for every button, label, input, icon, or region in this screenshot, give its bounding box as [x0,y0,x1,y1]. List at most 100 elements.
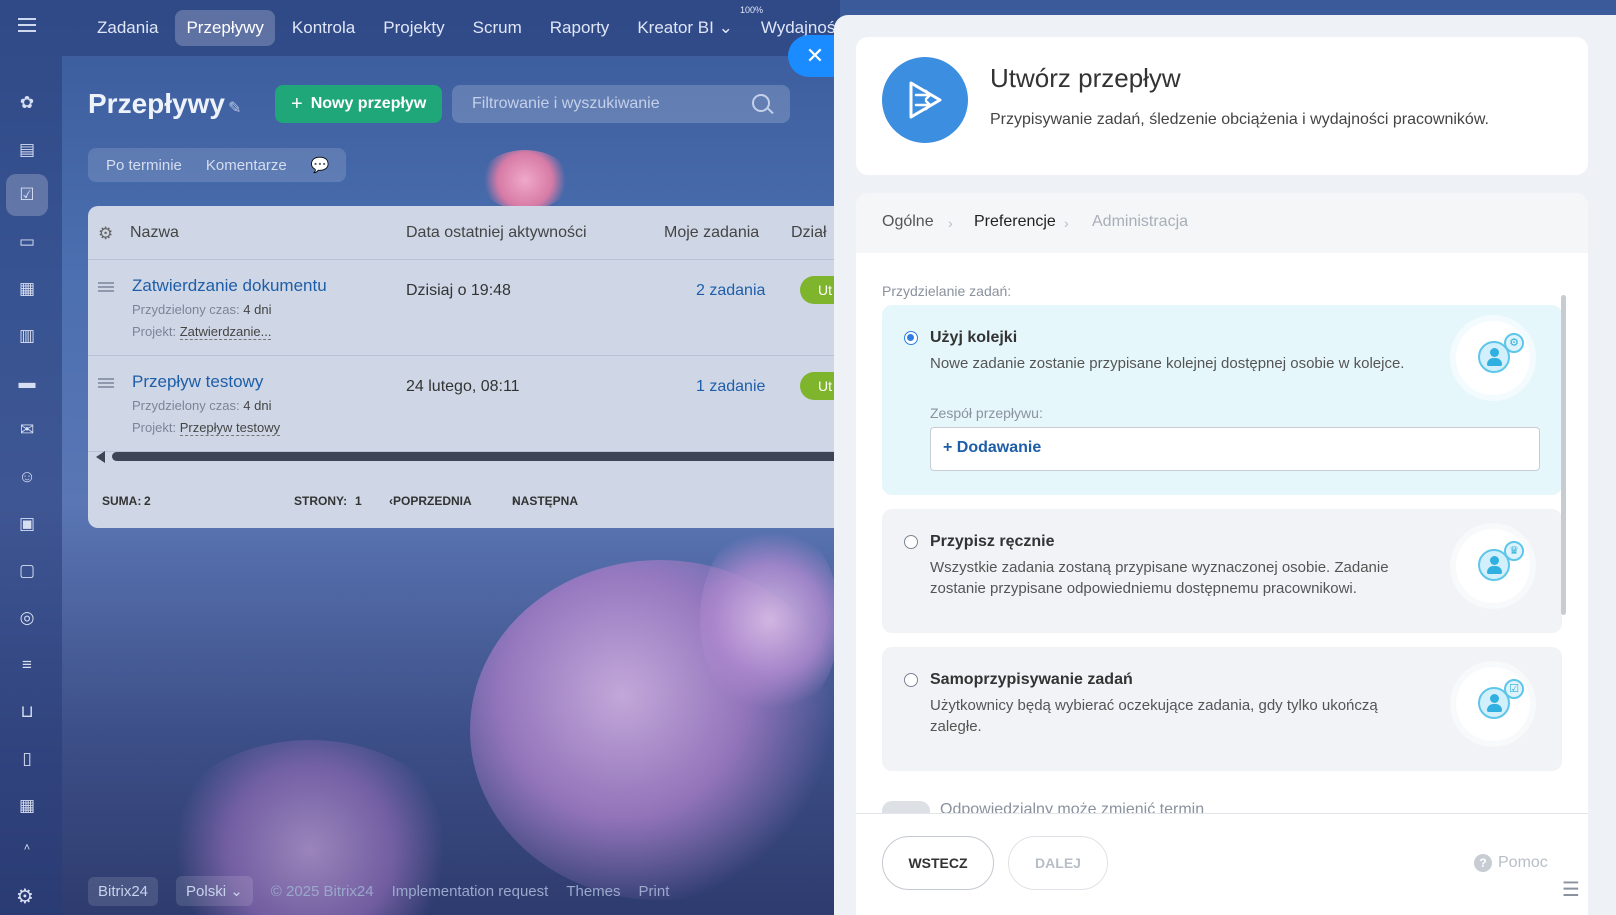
close-icon: ✕ [805,43,825,68]
brand-chip[interactable]: Bitrix24 [88,876,159,906]
project-link[interactable]: Przepływ testowy [179,420,281,436]
new-flow-label: Nowy przepływ [310,95,427,112]
radio-self-assign[interactable] [904,673,918,687]
mail-icon[interactable]: ✉ [15,418,39,442]
nav-items: Zadania Przepływy Kontrola Projekty Scru… [86,10,855,46]
language-select[interactable]: Polski ⌄ [176,876,253,906]
row-my-tasks-link[interactable]: 2 zadania [696,282,765,300]
themes-link[interactable]: Themes [566,883,620,900]
row-my-tasks-link[interactable]: 1 zadanie [696,378,765,396]
feed-icon[interactable]: ✿ [15,91,39,115]
employees-icon[interactable]: ☺ [15,465,39,489]
settings-gear-icon[interactable]: ⚙ [16,884,34,909]
flow-name-link[interactable]: Zatwierdzanie dokumentu [132,276,327,296]
sum-value: 2 [144,494,151,508]
filter-comments[interactable]: Komentarze [206,157,287,174]
column-department[interactable]: Dział [791,224,827,242]
step-administration[interactable]: Administracja [1092,213,1188,231]
checkbox-badge-icon: ☑ [1504,679,1524,699]
team-add-field[interactable]: + Dodawanie [930,427,1540,471]
comments-icon[interactable]: 💬 [311,156,330,174]
self-assign-illustration-icon: ☑ [1456,667,1530,741]
page-title: Przepływy [88,88,225,119]
next-page-button[interactable]: NASTĘPNA › [512,494,578,508]
deadline-toggle[interactable] [882,801,930,813]
queue-illustration-icon: ⚙ [1456,321,1530,395]
implementation-request-link[interactable]: Implementation request [392,883,549,900]
next-button[interactable]: DALEJ [1008,836,1108,890]
contact-center-icon[interactable]: ▢ [15,559,39,583]
nav-item-kreator-bi[interactable]: Kreator BI ⌄ [626,10,744,46]
horizontal-scrollbar[interactable] [96,451,848,463]
nav-item-scrum[interactable]: Scrum [462,10,533,46]
drive-icon[interactable]: ▥ [15,324,39,348]
drag-handle-icon[interactable] [98,282,114,292]
automation-icon[interactable]: ≡ [15,653,39,677]
drag-handle-icon[interactable] [98,378,114,388]
chevron-right-icon: › [1064,215,1069,231]
step-preferences[interactable]: Preferencje [974,213,1056,231]
close-panel-button[interactable]: ✕ [788,35,834,77]
flow-name-link[interactable]: Przepływ testowy [132,372,263,392]
print-link[interactable]: Print [639,883,670,900]
option-manual[interactable]: Przypisz ręcznie Wszystkie zadania zosta… [882,509,1562,633]
pin-icon[interactable]: ✎ [228,98,241,118]
column-last-activity[interactable]: Data ostatniej aktywności [406,224,587,242]
panel-scrollbar[interactable] [1561,295,1566,615]
table-settings-icon[interactable]: ⚙ [98,224,113,244]
prev-page-button[interactable]: ‹ POPRZEDNIA [389,494,472,508]
cart-icon[interactable]: ⊔ [15,700,39,724]
nav-item-kontrola[interactable]: Kontrola [281,10,366,46]
schedule-icon[interactable]: ▦ [15,794,39,818]
menu-icon[interactable] [18,18,36,32]
documents-icon[interactable]: ▤ [15,138,39,162]
pages-label: STRONY: [294,494,348,508]
radio-queue[interactable] [904,331,918,345]
help-icon: ? [1474,854,1492,872]
inventory-icon[interactable]: ▯ [15,747,39,771]
step-general[interactable]: Ogólne [882,213,934,231]
nav-item-projekty[interactable]: Projekty [372,10,455,46]
tasks-icon[interactable]: ☑ [6,174,48,216]
option-queue[interactable]: Użyj kolejki Nowe zadanie zostanie przyp… [882,305,1562,495]
new-flow-button[interactable]: + Nowy przepływ [275,85,443,123]
project-link[interactable]: Zatwierdzanie... [179,324,272,340]
row-last-activity: Dzisiaj o 19:48 [406,282,511,299]
nav-item-przeplywy[interactable]: Przepływy [175,10,275,46]
chat-icon[interactable]: ▭ [15,230,39,254]
panel-subtitle: Przypisywanie zadań, śledzenie obciążeni… [990,111,1489,128]
search-input[interactable] [452,85,790,123]
marketing-icon[interactable]: ◎ [15,606,39,630]
filter-by-deadline[interactable]: Po terminie [106,157,182,174]
more-icon[interactable]: ˄ [15,836,39,860]
workgroups-icon[interactable]: ▣ [15,512,39,536]
assignment-label: Przydzielanie zadań: [882,283,1012,299]
option-self-assign[interactable]: Samoprzypisywanie zadań Użytkownicy będą… [882,647,1562,771]
table-row: Przepływ testowy Przydzielony czas: 4 dn… [88,356,848,452]
calendar-icon[interactable]: ▦ [15,277,39,301]
crm-icon[interactable]: ▬ [15,371,39,395]
flow-icon [882,57,968,143]
row-assigned-time: Przydzielony czas: 4 dni [132,302,272,317]
wizard-steps: Ogólne › Preferencje › Administracja [856,193,1588,253]
list-menu-icon[interactable]: ☰ [1562,877,1588,901]
filter-pills: Po terminie Komentarze 💬 [88,148,346,182]
back-button[interactable]: WSTECZ [882,836,994,890]
help-link[interactable]: ? Pomoc [1474,854,1548,872]
radio-manual[interactable] [904,535,918,549]
crown-badge-icon: ♛ [1504,541,1524,561]
scrollbar-thumb[interactable] [112,452,848,461]
row-project: Projekt: Przepływ testowy [132,420,281,436]
plus-icon: + [291,92,303,115]
search-icon[interactable] [752,94,770,112]
help-label: Pomoc [1498,854,1548,871]
row-assigned-time: Przydzielony czas: 4 dni [132,398,272,413]
option-title: Przypisz ręcznie [930,533,1055,550]
nav-item-raporty[interactable]: Raporty [539,10,621,46]
chevron-right-icon: › [948,215,953,231]
option-title: Użyj kolejki [930,329,1018,346]
nav-item-zadania[interactable]: Zadania [86,10,169,46]
flows-table: ⚙ Nazwa Data ostatniej aktywności Moje z… [88,206,848,528]
column-name[interactable]: Nazwa [130,224,179,242]
column-my-tasks[interactable]: Moje zadania [664,224,759,242]
